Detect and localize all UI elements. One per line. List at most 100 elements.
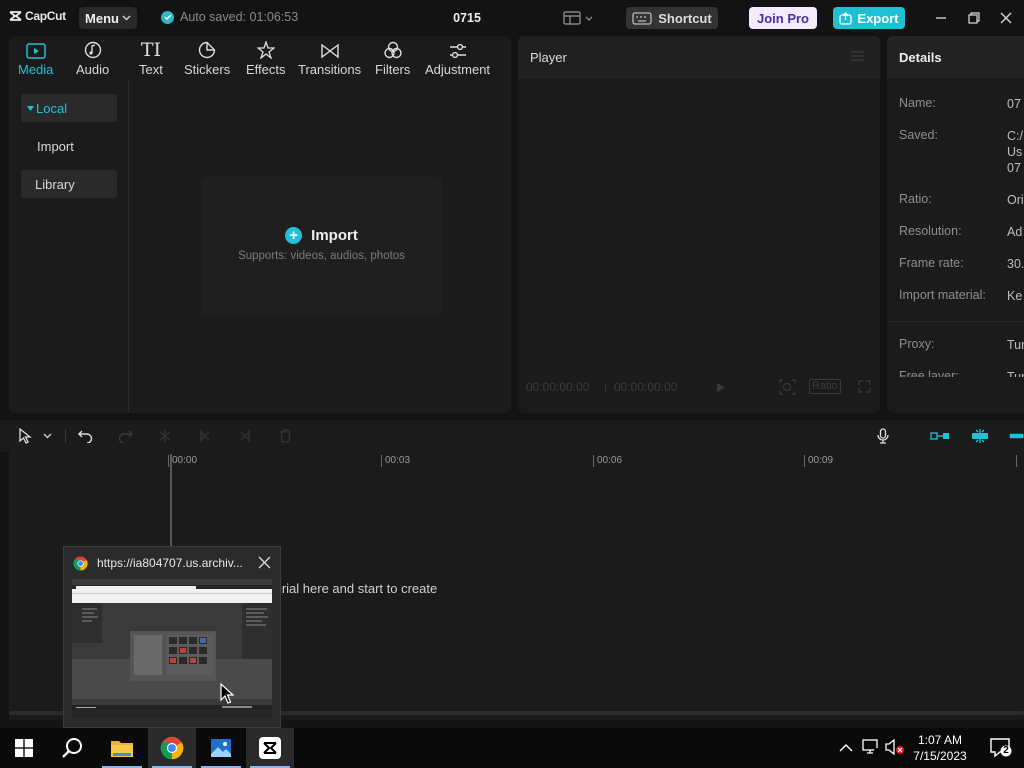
sidebar-item-library[interactable]: Library xyxy=(21,170,117,198)
chevron-down-icon xyxy=(122,15,131,21)
detail-label: Proxy: xyxy=(899,337,935,351)
ratio-button[interactable]: Ratio xyxy=(809,379,841,394)
import-dropzone[interactable]: + Import Supports: videos, audios, photo… xyxy=(201,177,442,315)
chevron-down-icon xyxy=(43,433,51,439)
menu-label: Menu xyxy=(85,10,119,26)
player-title: Player xyxy=(530,50,567,65)
split-left-button[interactable] xyxy=(197,428,213,444)
tab-effects[interactable]: Effects xyxy=(246,39,286,77)
volume-button[interactable] xyxy=(885,738,905,760)
ruler-tick xyxy=(1016,455,1020,467)
detail-value: Ad xyxy=(1007,225,1023,239)
popup-title: https://ia804707.us.archiv... xyxy=(97,556,243,570)
shortcut-button[interactable]: Shortcut xyxy=(626,7,718,29)
tab-adjustment-label: Adjustment xyxy=(425,62,491,77)
divider xyxy=(65,429,66,443)
action-center-button[interactable]: 2 xyxy=(990,738,1012,763)
detail-value: 07 xyxy=(1007,97,1021,111)
sidebar-item-import[interactable]: Import xyxy=(21,132,117,160)
transitions-icon xyxy=(320,43,339,59)
tab-stickers-label: Stickers xyxy=(184,62,231,77)
redo-button[interactable] xyxy=(117,428,133,444)
windows-taskbar: 1:07 AM 7/15/2023 2 xyxy=(0,728,1024,768)
select-tool-button[interactable] xyxy=(17,428,33,444)
zoom-fit-icon[interactable] xyxy=(779,379,796,395)
fullscreen-icon[interactable] xyxy=(858,380,871,393)
hamburger-menu-icon[interactable] xyxy=(851,51,864,61)
play-icon[interactable] xyxy=(716,382,726,393)
check-icon xyxy=(161,10,174,24)
chevron-up-icon xyxy=(839,744,853,752)
microphone-icon xyxy=(877,428,889,444)
effects-icon xyxy=(256,41,275,59)
tab-stickers[interactable]: Stickers xyxy=(184,39,230,77)
import-subtitle: Supports: videos, audios, photos xyxy=(238,249,405,262)
start-button[interactable] xyxy=(0,728,48,768)
trim-right-icon xyxy=(240,430,250,442)
photos-icon xyxy=(211,739,231,757)
network-button[interactable] xyxy=(862,739,880,760)
snap-button[interactable] xyxy=(969,428,991,444)
link-clips-button[interactable] xyxy=(929,428,951,444)
split-button[interactable] xyxy=(157,428,173,444)
maximize-button[interactable] xyxy=(965,9,983,27)
file-explorer-button[interactable] xyxy=(98,728,146,768)
tab-audio[interactable]: Audio xyxy=(76,39,109,77)
layout-button[interactable] xyxy=(563,11,593,25)
tab-adjustment[interactable]: Adjustment xyxy=(425,39,490,77)
tab-transitions[interactable]: Transitions xyxy=(298,39,361,77)
menu-button[interactable]: Menu xyxy=(79,7,137,29)
search-button[interactable] xyxy=(48,728,96,768)
import-button[interactable]: + Import xyxy=(285,226,358,244)
capcut-taskbar-button[interactable] xyxy=(246,728,294,768)
detail-value: Tur xyxy=(1007,338,1024,352)
project-title[interactable]: 0715 xyxy=(440,11,494,25)
audio-icon xyxy=(84,41,101,59)
axis-icon xyxy=(1009,433,1024,439)
filters-icon xyxy=(383,41,402,59)
media-toolbar: Media Audio TI Text Stickers Effects Tra… xyxy=(9,36,511,80)
sidebar-item-local-label: Local xyxy=(36,100,68,116)
split-right-button[interactable] xyxy=(237,428,253,444)
clock-time: 1:07 AM xyxy=(917,733,963,747)
detail-label: Ratio: xyxy=(899,192,932,206)
tab-media-label: Media xyxy=(18,62,54,77)
title-bar: CapCut Menu Auto saved: 01:06:53 0715 Sh… xyxy=(0,0,1024,36)
delete-button[interactable] xyxy=(277,428,293,444)
close-icon[interactable] xyxy=(258,556,271,569)
volume-muted-icon xyxy=(885,738,904,756)
taskbar-preview-popup[interactable]: https://ia804707.us.archiv... xyxy=(63,546,281,728)
details-panel: Details Name: 07 Saved: C:/ Us 07 Ratio:… xyxy=(887,36,1024,413)
network-icon xyxy=(862,739,880,754)
detail-label: Name: xyxy=(899,96,936,110)
ruler-tick: 00:06 xyxy=(593,455,622,467)
detail-label: Saved: xyxy=(899,128,938,142)
undo-button[interactable] xyxy=(77,428,93,444)
split-icon xyxy=(159,430,171,442)
preview-axis-button[interactable] xyxy=(1009,428,1024,444)
details-title: Details xyxy=(899,50,942,65)
plus-icon: + xyxy=(285,226,303,244)
record-audio-button[interactable] xyxy=(875,428,891,444)
undo-icon xyxy=(77,430,92,443)
tab-text[interactable]: TI Text xyxy=(139,39,163,78)
timeline-ruler[interactable]: 00:00 00:03 00:06 00:09 xyxy=(9,452,1024,472)
tab-filters[interactable]: Filters xyxy=(375,39,410,77)
minimize-button[interactable] xyxy=(932,9,950,27)
export-icon xyxy=(839,11,853,25)
trash-icon xyxy=(279,429,291,443)
window-thumbnail[interactable] xyxy=(72,579,272,719)
join-pro-button[interactable]: Join Pro xyxy=(749,7,817,29)
text-icon: TI xyxy=(140,39,162,61)
close-button[interactable] xyxy=(997,9,1015,27)
tab-media[interactable]: Media xyxy=(18,39,53,77)
chrome-taskbar-button[interactable] xyxy=(148,728,196,768)
player-current-time: 00:00:00:00 xyxy=(526,380,590,394)
taskbar-clock[interactable]: 1:07 AM 7/15/2023 xyxy=(905,732,975,764)
photos-button[interactable] xyxy=(197,728,245,768)
select-tool-dropdown[interactable] xyxy=(39,428,55,444)
sidebar-item-local[interactable]: Local xyxy=(21,94,117,122)
export-button[interactable]: Export xyxy=(833,7,905,29)
app-name: CapCut xyxy=(25,9,66,23)
show-hidden-icons-button[interactable] xyxy=(839,740,853,758)
